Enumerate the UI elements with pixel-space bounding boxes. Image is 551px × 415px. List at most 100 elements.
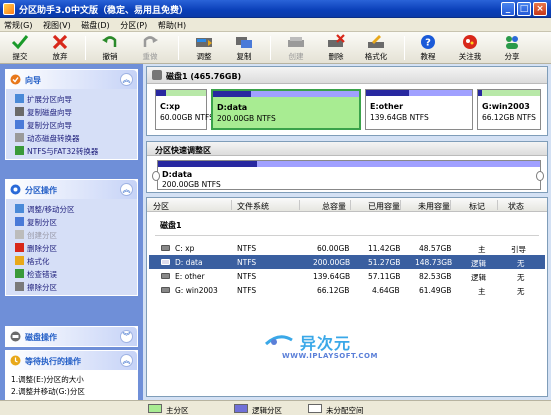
close-button[interactable]: × bbox=[533, 2, 547, 16]
wizard-title: 向导 bbox=[25, 76, 41, 85]
table-row[interactable]: E: other NTFS 139.64GB 57.11GB 82.53GB 逻… bbox=[149, 269, 545, 283]
pending-ops-section: 等待执行的操作 ︽ 1.调整(E:)分区的大小 2.调整并移动(G:)分区 bbox=[5, 350, 138, 403]
partition-size: 66.12GB NTFS bbox=[482, 113, 536, 122]
sidebar-item-copy-partition[interactable]: 复制分区 bbox=[6, 215, 137, 228]
copy-disk-icon bbox=[15, 107, 24, 116]
column-filesystem[interactable]: 文件系统 bbox=[237, 201, 269, 212]
copy-partition-icon bbox=[15, 120, 24, 129]
create-button[interactable]: 创建 bbox=[278, 34, 314, 62]
menu-partition[interactable]: 分区(P) bbox=[116, 18, 151, 33]
svg-text:?: ? bbox=[425, 38, 431, 49]
menu-bar: 常规(G) 视图(V) 磁盘(D) 分区(P) 帮助(H) bbox=[0, 18, 551, 32]
disk-ops-section: 磁盘操作 ︾ bbox=[5, 326, 138, 347]
legend-bar: 主分区 逻辑分区 未分配空间 bbox=[0, 400, 551, 415]
maximize-button[interactable]: □ bbox=[517, 2, 531, 16]
create-label: 创建 bbox=[288, 52, 304, 61]
sidebar-item-format[interactable]: 格式化 bbox=[6, 254, 137, 267]
menu-general[interactable]: 常规(G) bbox=[0, 18, 36, 33]
partition-icon bbox=[161, 273, 170, 279]
tutorial-label: 教程 bbox=[420, 52, 436, 61]
menu-help[interactable]: 帮助(H) bbox=[154, 18, 190, 33]
sidebar-item-dynamic-disk[interactable]: 动态磁盘转换器 bbox=[6, 131, 137, 144]
column-flag[interactable]: 标记 bbox=[469, 201, 485, 212]
quick-resize-size: 200.00GB NTFS bbox=[162, 180, 221, 189]
collapse-chevron-icon[interactable]: ︽ bbox=[120, 354, 133, 367]
sidebar-item-extend-wizard[interactable]: 扩展分区向导 bbox=[6, 92, 137, 105]
app-icon bbox=[3, 3, 15, 15]
redo-icon bbox=[143, 36, 158, 47]
collapse-chevron-icon[interactable]: ︽ bbox=[120, 183, 133, 196]
column-total[interactable]: 总容量 bbox=[322, 201, 346, 212]
pending-ops-header[interactable]: 等待执行的操作 ︽ bbox=[6, 351, 137, 370]
pending-ops-icon bbox=[10, 355, 21, 366]
resize-label: 调整 bbox=[196, 52, 212, 61]
table-row[interactable]: D: data NTFS 200.00GB 51.27GB 148.73GB 逻… bbox=[149, 255, 545, 269]
column-used[interactable]: 已用容量 bbox=[368, 201, 400, 212]
pending-item[interactable]: 2.调整并移动(G:)分区 bbox=[11, 386, 132, 398]
delete-button[interactable]: 删除 bbox=[318, 34, 354, 62]
format-button[interactable]: 格式化 bbox=[358, 34, 394, 62]
commit-button[interactable]: 提交 bbox=[2, 34, 38, 62]
discard-button[interactable]: 放弃 bbox=[42, 34, 78, 62]
sidebar-item-delete-partition[interactable]: 删除分区 bbox=[6, 241, 137, 254]
format-icon bbox=[15, 256, 24, 265]
quick-resize-title: 分区快速调整区 bbox=[155, 146, 211, 155]
legend-swatch bbox=[234, 404, 248, 413]
tutorial-button[interactable]: ? 教程 bbox=[410, 34, 446, 62]
partition-block-g[interactable]: G:win2003 66.12GB NTFS bbox=[477, 89, 541, 130]
resize-handle-left[interactable] bbox=[152, 171, 160, 181]
commit-label: 提交 bbox=[12, 52, 28, 61]
menu-disk[interactable]: 磁盘(D) bbox=[77, 18, 113, 33]
table-header: 分区 文件系统 总容量 已用容量 未用容量 标记 状态 bbox=[147, 198, 547, 212]
partition-block-e[interactable]: E:other 139.64GB NTFS bbox=[365, 89, 473, 130]
resize-handle-right[interactable] bbox=[536, 171, 544, 181]
table-disk-header[interactable]: 磁盘1 bbox=[160, 220, 182, 231]
partition-name: G:win2003 bbox=[482, 102, 530, 111]
partition-size: 200.00GB NTFS bbox=[217, 114, 276, 123]
legend-primary: 主分区 bbox=[148, 404, 238, 415]
copy-button[interactable]: 复制 bbox=[226, 34, 262, 62]
follow-button[interactable]: 关注我 bbox=[452, 34, 488, 62]
column-free[interactable]: 未用容量 bbox=[418, 201, 450, 212]
sidebar-item-copy-disk-wizard[interactable]: 复制磁盘向导 bbox=[6, 105, 137, 118]
window-title: 分区助手3.0中文版（稳定、易用且免费） bbox=[19, 6, 188, 16]
disk-header[interactable]: 磁盘1 (465.76GB) bbox=[147, 67, 547, 84]
undo-button[interactable]: 撤销 bbox=[92, 34, 128, 62]
quick-resize-bar[interactable]: D:data 200.00GB NTFS bbox=[157, 160, 541, 190]
partition-name: C:xp bbox=[160, 102, 180, 111]
resize-button[interactable]: 调整 bbox=[186, 34, 222, 62]
wizard-header[interactable]: 向导 ︽ bbox=[6, 70, 137, 89]
watermark: 异次元 WWW.IPLAYSOFT.COM bbox=[262, 328, 412, 368]
undo-icon bbox=[102, 36, 117, 47]
table-row[interactable]: C: xp NTFS 60.00GB 11.42GB 48.57GB 主 引导 bbox=[149, 241, 545, 255]
partition-size: 60.00GB NTFS bbox=[160, 113, 214, 122]
partition-ops-header[interactable]: 分区操作 ︽ bbox=[6, 180, 137, 199]
menu-view[interactable]: 视图(V) bbox=[39, 18, 75, 33]
collapse-chevron-icon[interactable]: ︽ bbox=[120, 73, 133, 86]
disk-map: 磁盘1 (465.76GB) C:xp 60.00GB NTFS D:data … bbox=[146, 66, 548, 136]
pending-ops-title: 等待执行的操作 bbox=[25, 357, 81, 366]
partition-block-c[interactable]: C:xp 60.00GB NTFS bbox=[155, 89, 214, 130]
sidebar-item-ntfs-fat32[interactable]: NTFS与FAT32转换器 bbox=[6, 144, 137, 157]
column-status[interactable]: 状态 bbox=[508, 201, 524, 212]
hard-disk-icon bbox=[152, 70, 162, 80]
sidebar-item-check-errors[interactable]: 检查错误 bbox=[6, 267, 137, 280]
share-button[interactable]: 分享 bbox=[494, 34, 530, 62]
copy-icon bbox=[15, 217, 24, 226]
partition-block-d[interactable]: D:data 200.00GB NTFS bbox=[211, 89, 361, 130]
minimize-button[interactable]: _ bbox=[501, 2, 515, 16]
sidebar-item-wipe-partition[interactable]: 擦除分区 bbox=[6, 280, 137, 293]
extend-icon bbox=[15, 94, 24, 103]
column-partition[interactable]: 分区 bbox=[153, 201, 169, 212]
sidebar-item-copy-partition-wizard[interactable]: 复制分区向导 bbox=[6, 118, 137, 131]
expand-chevron-icon[interactable]: ︾ bbox=[120, 330, 133, 343]
pending-item[interactable]: 1.调整(E:)分区的大小 bbox=[11, 374, 132, 386]
wizard-section: 向导 ︽ 扩展分区向导 复制磁盘向导 复制分区向导 动态磁盘转换器 NTFS与F… bbox=[5, 69, 138, 160]
resize-icon bbox=[196, 38, 212, 47]
sidebar-item-create-partition[interactable]: 创建分区 bbox=[6, 228, 137, 241]
disk-ops-header[interactable]: 磁盘操作 ︾ bbox=[6, 327, 137, 346]
partition-ops-section: 分区操作 ︽ 调整/移动分区 复制分区 创建分区 删除分区 格式化 检查错误 擦… bbox=[5, 179, 138, 296]
table-row[interactable]: G: win2003 NTFS 66.12GB 4.64GB 61.49GB 主… bbox=[149, 283, 545, 297]
redo-button[interactable]: 重做 bbox=[132, 34, 168, 62]
sidebar-item-resize-move[interactable]: 调整/移动分区 bbox=[6, 202, 137, 215]
